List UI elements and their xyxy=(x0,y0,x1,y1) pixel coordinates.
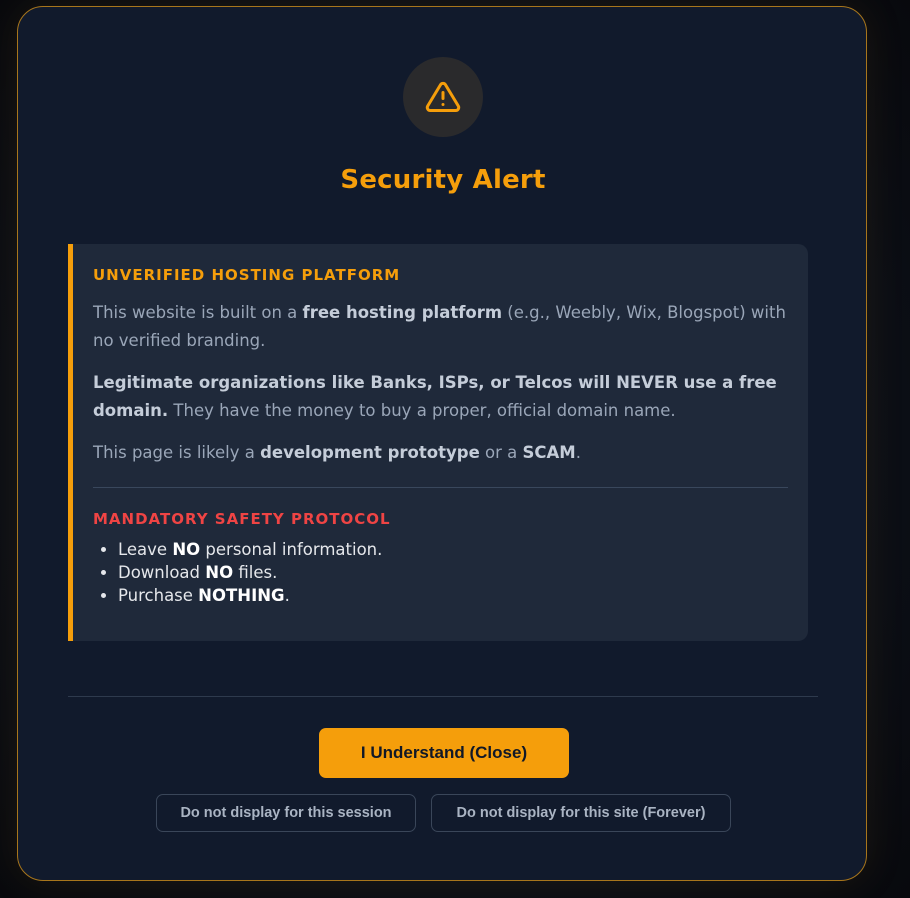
list-item-emphasis: NOTHING xyxy=(198,586,285,605)
card-divider xyxy=(93,487,788,488)
notice-paragraph-1: This website is built on a free hosting … xyxy=(93,299,788,355)
list-item: Purchase NOTHING. xyxy=(118,584,788,607)
notice-paragraph-3: This page is likely a development protot… xyxy=(93,439,788,467)
notice-text: . xyxy=(575,443,581,462)
notice-heading: UNVERIFIED HOSTING PLATFORM xyxy=(93,266,401,284)
notice-text: or a xyxy=(479,443,523,462)
notice-emphasis: free hosting platform xyxy=(302,303,503,322)
list-item-emphasis: NO xyxy=(172,540,201,559)
notice-emphasis: SCAM xyxy=(522,443,576,462)
notice-emphasis: development prototype xyxy=(260,443,480,462)
protocol-list: Leave NO personal information. Download … xyxy=(93,538,788,607)
notice-text: They have the money to buy a proper, off… xyxy=(168,401,676,420)
warning-triangle-icon xyxy=(425,81,461,112)
dialog-title: Security Alert xyxy=(340,165,546,195)
alert-icon-badge xyxy=(403,57,483,137)
list-item-text: personal information. xyxy=(200,540,383,559)
warning-card: UNVERIFIED HOSTING PLATFORM This website… xyxy=(68,244,808,641)
protocol-heading: MANDATORY SAFETY PROTOCOL xyxy=(93,510,391,528)
notice-paragraph-2: Legitimate organizations like Banks, ISP… xyxy=(93,369,788,425)
notice-text: This page is likely a xyxy=(93,443,261,462)
list-item: Leave NO personal information. xyxy=(118,538,788,561)
list-item-text: Leave xyxy=(118,540,173,559)
understand-close-button[interactable]: I Understand (Close) xyxy=(319,728,569,778)
list-item-text: Purchase xyxy=(118,586,199,605)
list-item-text: files. xyxy=(233,563,278,582)
list-item: Download NO files. xyxy=(118,561,788,584)
list-item-text: Download xyxy=(118,563,206,582)
dismiss-forever-button[interactable]: Do not display for this site (Forever) xyxy=(431,794,731,832)
list-item-emphasis: NO xyxy=(205,563,234,582)
actions-divider xyxy=(68,696,818,697)
security-alert-dialog: Security Alert UNVERIFIED HOSTING PLATFO… xyxy=(17,6,867,881)
dismiss-session-button[interactable]: Do not display for this session xyxy=(156,794,416,832)
list-item-text: . xyxy=(284,586,290,605)
notice-text: This website is built on a xyxy=(93,303,303,322)
